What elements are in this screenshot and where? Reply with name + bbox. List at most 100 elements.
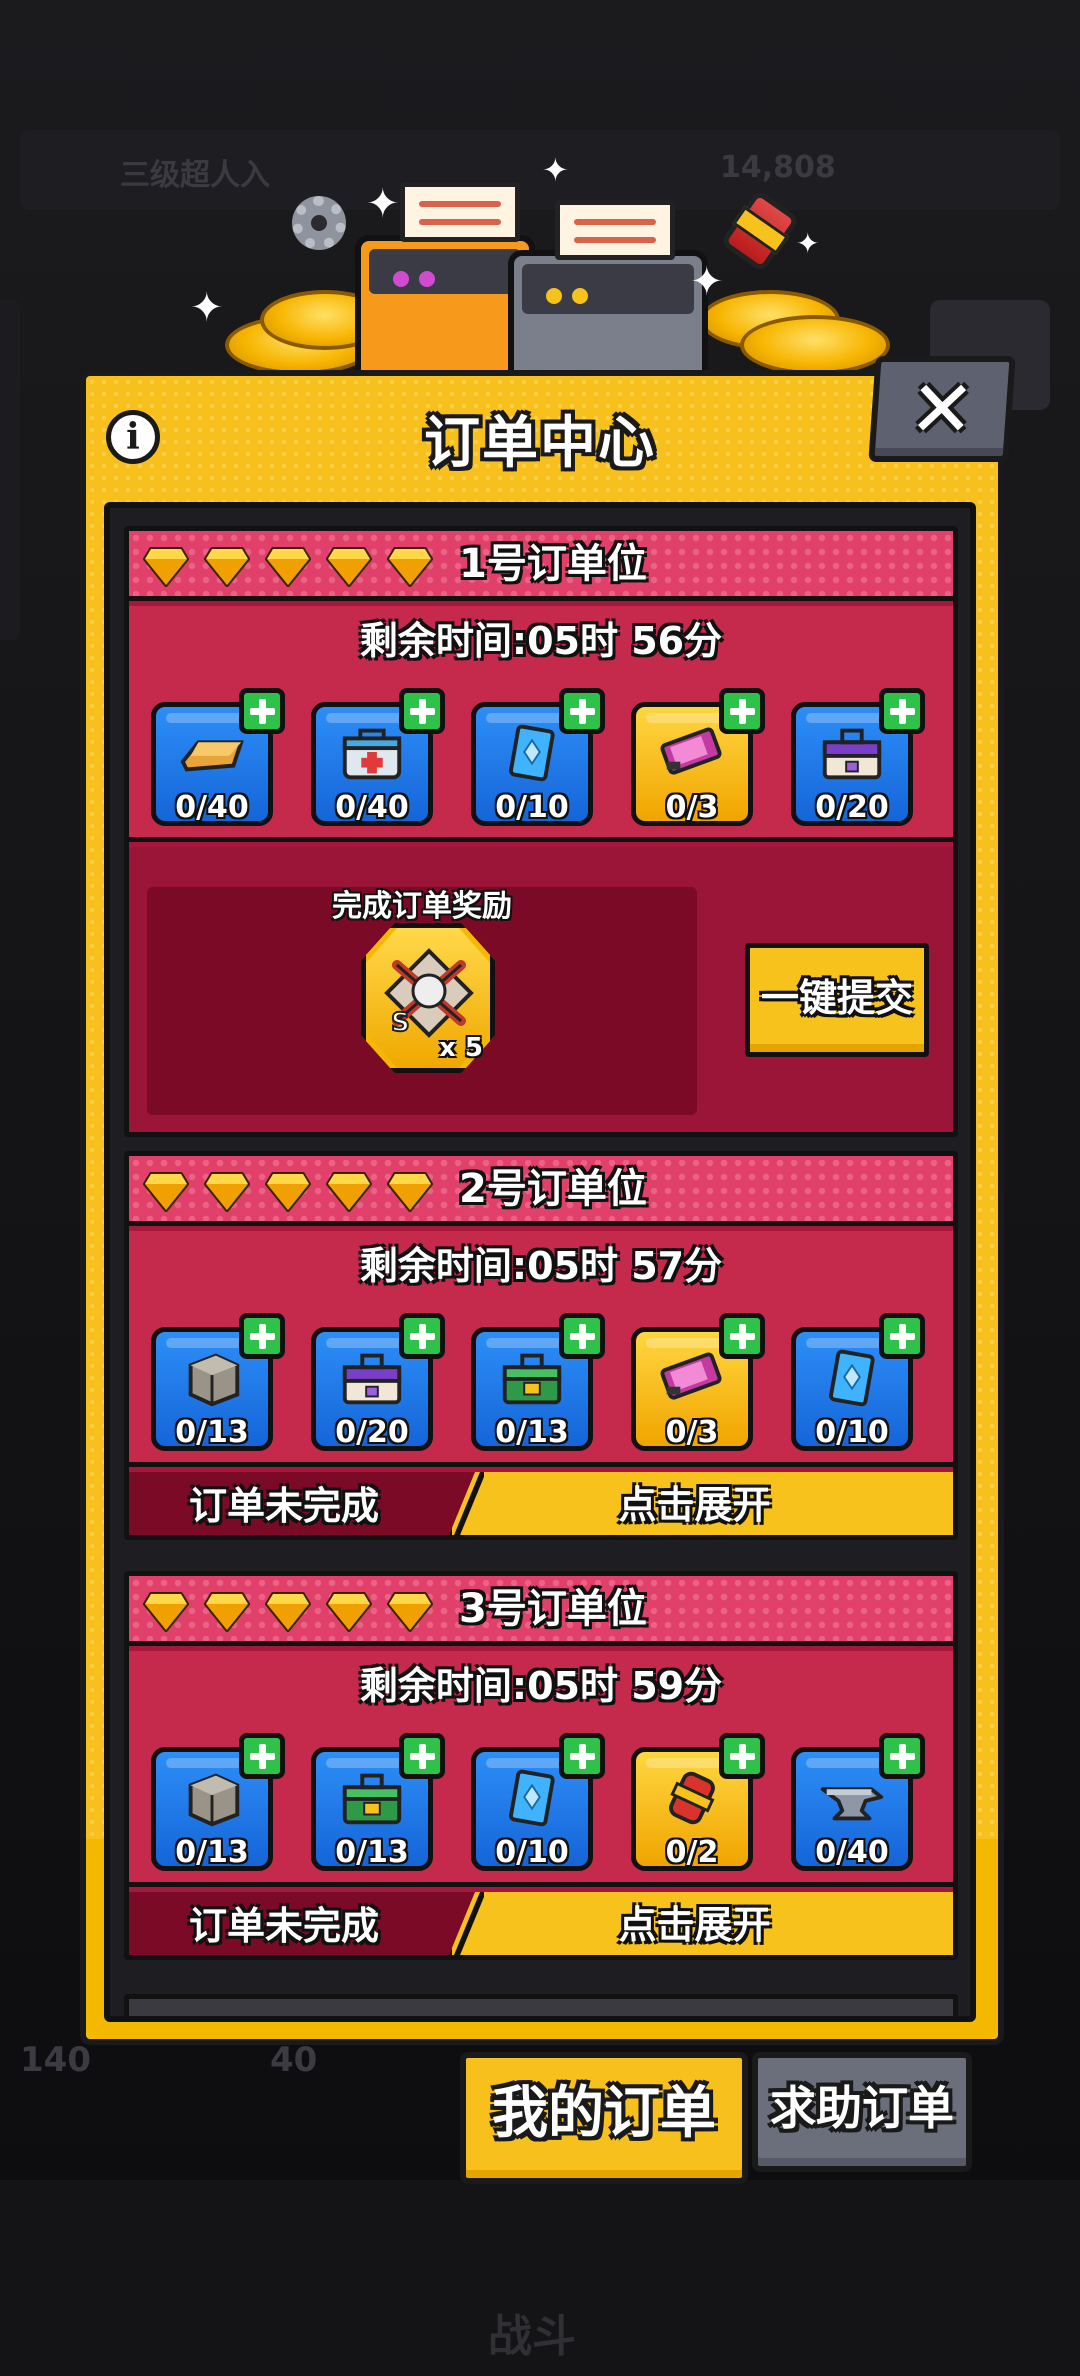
close-button[interactable]: ✕ bbox=[868, 356, 1016, 462]
star-gem-icon bbox=[326, 1590, 372, 1632]
star-gem-icon bbox=[204, 1590, 250, 1632]
add-plus-icon[interactable] bbox=[879, 1313, 925, 1359]
add-plus-icon[interactable] bbox=[559, 1733, 605, 1779]
add-plus-icon[interactable] bbox=[719, 1733, 765, 1779]
item-slot[interactable]: 0/3 bbox=[631, 1313, 765, 1451]
green-toolbox-icon bbox=[337, 1767, 407, 1827]
item-slot[interactable]: 0/40 bbox=[791, 1733, 925, 1871]
item-slot[interactable]: 0/10 bbox=[471, 688, 605, 826]
order-card-body: 剩余时间:05时 59分 0/13 0/13 0/10 0/2 0/40 bbox=[129, 1651, 953, 1887]
background-item-count: 140 bbox=[20, 2040, 91, 2080]
add-plus-icon[interactable] bbox=[879, 1733, 925, 1779]
item-count: 0/20 bbox=[815, 790, 889, 825]
item-slot[interactable]: 0/3 bbox=[631, 688, 765, 826]
battery-icon bbox=[657, 1347, 727, 1407]
item-count: 0/13 bbox=[175, 1415, 249, 1450]
s-grade-fragment-icon: S bbox=[384, 948, 474, 1039]
order-paper-icon bbox=[400, 182, 520, 242]
add-plus-icon[interactable] bbox=[719, 1313, 765, 1359]
item-count: 0/40 bbox=[175, 790, 249, 825]
item-count: 0/13 bbox=[335, 1835, 409, 1870]
card-icon bbox=[497, 1767, 567, 1827]
expand-button[interactable]: 点击展开 bbox=[447, 1472, 953, 1535]
item-slot[interactable]: 0/13 bbox=[471, 1313, 605, 1451]
info-icon[interactable]: i bbox=[106, 410, 160, 464]
background-nav-battle-label: 战斗 bbox=[488, 2311, 576, 2362]
order-card-footer: 订单未完成 点击展开 bbox=[129, 1472, 953, 1535]
add-plus-icon[interactable] bbox=[879, 688, 925, 734]
order-slot-title: 3号订单位 bbox=[459, 1586, 647, 1632]
tab-help-orders[interactable]: 求助订单 bbox=[752, 2052, 972, 2172]
submit-all-button[interactable]: 一键提交 bbox=[745, 943, 929, 1057]
item-count: 0/13 bbox=[175, 1835, 249, 1870]
item-slot[interactable]: 0/40 bbox=[311, 688, 445, 826]
background-resource-count: 14,808 bbox=[720, 150, 836, 185]
sparkle-icon: ✦ bbox=[690, 259, 724, 305]
star-gem-icon bbox=[387, 1170, 433, 1212]
item-slot[interactable]: 0/20 bbox=[791, 688, 925, 826]
item-slot[interactable]: 0/2 bbox=[631, 1733, 765, 1871]
medkit-icon bbox=[337, 722, 407, 782]
add-plus-icon[interactable] bbox=[239, 1733, 285, 1779]
star-gem-icon bbox=[265, 1170, 311, 1212]
item-count: 0/10 bbox=[495, 1835, 569, 1870]
gold-bar-icon bbox=[177, 722, 247, 782]
item-slot[interactable]: 0/40 bbox=[151, 688, 285, 826]
item-count: 0/3 bbox=[665, 1415, 719, 1450]
card-icon bbox=[497, 722, 567, 782]
stone-block-icon bbox=[177, 1347, 247, 1407]
add-plus-icon[interactable] bbox=[559, 1313, 605, 1359]
sparkle-icon: ✦ bbox=[796, 227, 820, 260]
card-icon bbox=[817, 1347, 887, 1407]
add-plus-icon[interactable] bbox=[719, 688, 765, 734]
battery-icon bbox=[657, 722, 727, 782]
item-slot[interactable]: 0/10 bbox=[471, 1733, 605, 1871]
remaining-time: 剩余时间:05时 59分 bbox=[359, 1664, 723, 1708]
order-card-body: 剩余时间:05时 57分 0/13 0/20 0/13 0/3 0/10 bbox=[129, 1231, 953, 1467]
purple-toolbox-icon bbox=[337, 1347, 407, 1407]
item-slot[interactable]: 0/20 bbox=[311, 1313, 445, 1451]
order-card-footer: 订单未完成 点击展开 bbox=[129, 1892, 953, 1955]
add-plus-icon[interactable] bbox=[559, 688, 605, 734]
add-plus-icon[interactable] bbox=[399, 688, 445, 734]
order-card-2: 2号订单位 剩余时间:05时 57分 0/13 0/20 0/13 0/3 0/10 订… bbox=[124, 1151, 958, 1540]
stone-block-icon bbox=[177, 1767, 247, 1827]
expand-button[interactable]: 点击展开 bbox=[447, 1892, 953, 1955]
reward-item[interactable]: S x 5 bbox=[361, 923, 495, 1073]
order-card-body: 剩余时间:05时 56分 0/40 0/40 0/10 0/3 0/20 bbox=[129, 606, 953, 842]
panel-title: 订单中心 bbox=[424, 411, 656, 476]
star-gem-icon bbox=[326, 1170, 372, 1212]
order-card-header: 2号订单位 bbox=[129, 1156, 953, 1226]
star-gem-icon bbox=[265, 545, 311, 587]
item-count: 0/10 bbox=[495, 790, 569, 825]
tab-my-orders[interactable]: 我的订单 bbox=[460, 2052, 748, 2184]
item-count: 0/10 bbox=[815, 1415, 889, 1450]
sparkle-icon: ✦ bbox=[190, 285, 224, 331]
reward-label: 完成订单奖励 bbox=[332, 889, 512, 924]
item-slot[interactable]: 0/10 bbox=[791, 1313, 925, 1451]
order-paper-icon bbox=[555, 200, 675, 260]
item-slot[interactable]: 0/13 bbox=[151, 1313, 285, 1451]
item-slot[interactable]: 0/13 bbox=[311, 1733, 445, 1871]
reward-section: 完成订单奖励 S x 5 一键提交 bbox=[129, 847, 953, 1132]
star-gem-icon bbox=[143, 1170, 189, 1212]
add-plus-icon[interactable] bbox=[399, 1733, 445, 1779]
order-list[interactable]: 1号订单位 剩余时间:05时 56分 0/40 0/40 0/10 0/3 0/20 完… bbox=[104, 502, 976, 2022]
sparkle-icon: ✦ bbox=[366, 181, 400, 227]
star-gem-icon bbox=[204, 1170, 250, 1212]
star-gem-icon bbox=[326, 545, 372, 587]
close-icon: ✕ bbox=[906, 365, 978, 455]
star-gem-icon bbox=[143, 545, 189, 587]
star-gem-icon bbox=[387, 545, 433, 587]
order-card-4-partial bbox=[124, 1994, 958, 2016]
order-card-header: 3号订单位 bbox=[129, 1576, 953, 1646]
item-count: 0/40 bbox=[815, 1835, 889, 1870]
item-slot[interactable]: 0/13 bbox=[151, 1733, 285, 1871]
remaining-time: 剩余时间:05时 57分 bbox=[359, 1244, 723, 1288]
add-plus-icon[interactable] bbox=[239, 1313, 285, 1359]
add-plus-icon[interactable] bbox=[399, 1313, 445, 1359]
background-item-count-2: 40 bbox=[270, 2040, 318, 2080]
add-plus-icon[interactable] bbox=[239, 688, 285, 734]
green-toolbox-icon bbox=[497, 1347, 567, 1407]
star-gem-icon bbox=[204, 545, 250, 587]
